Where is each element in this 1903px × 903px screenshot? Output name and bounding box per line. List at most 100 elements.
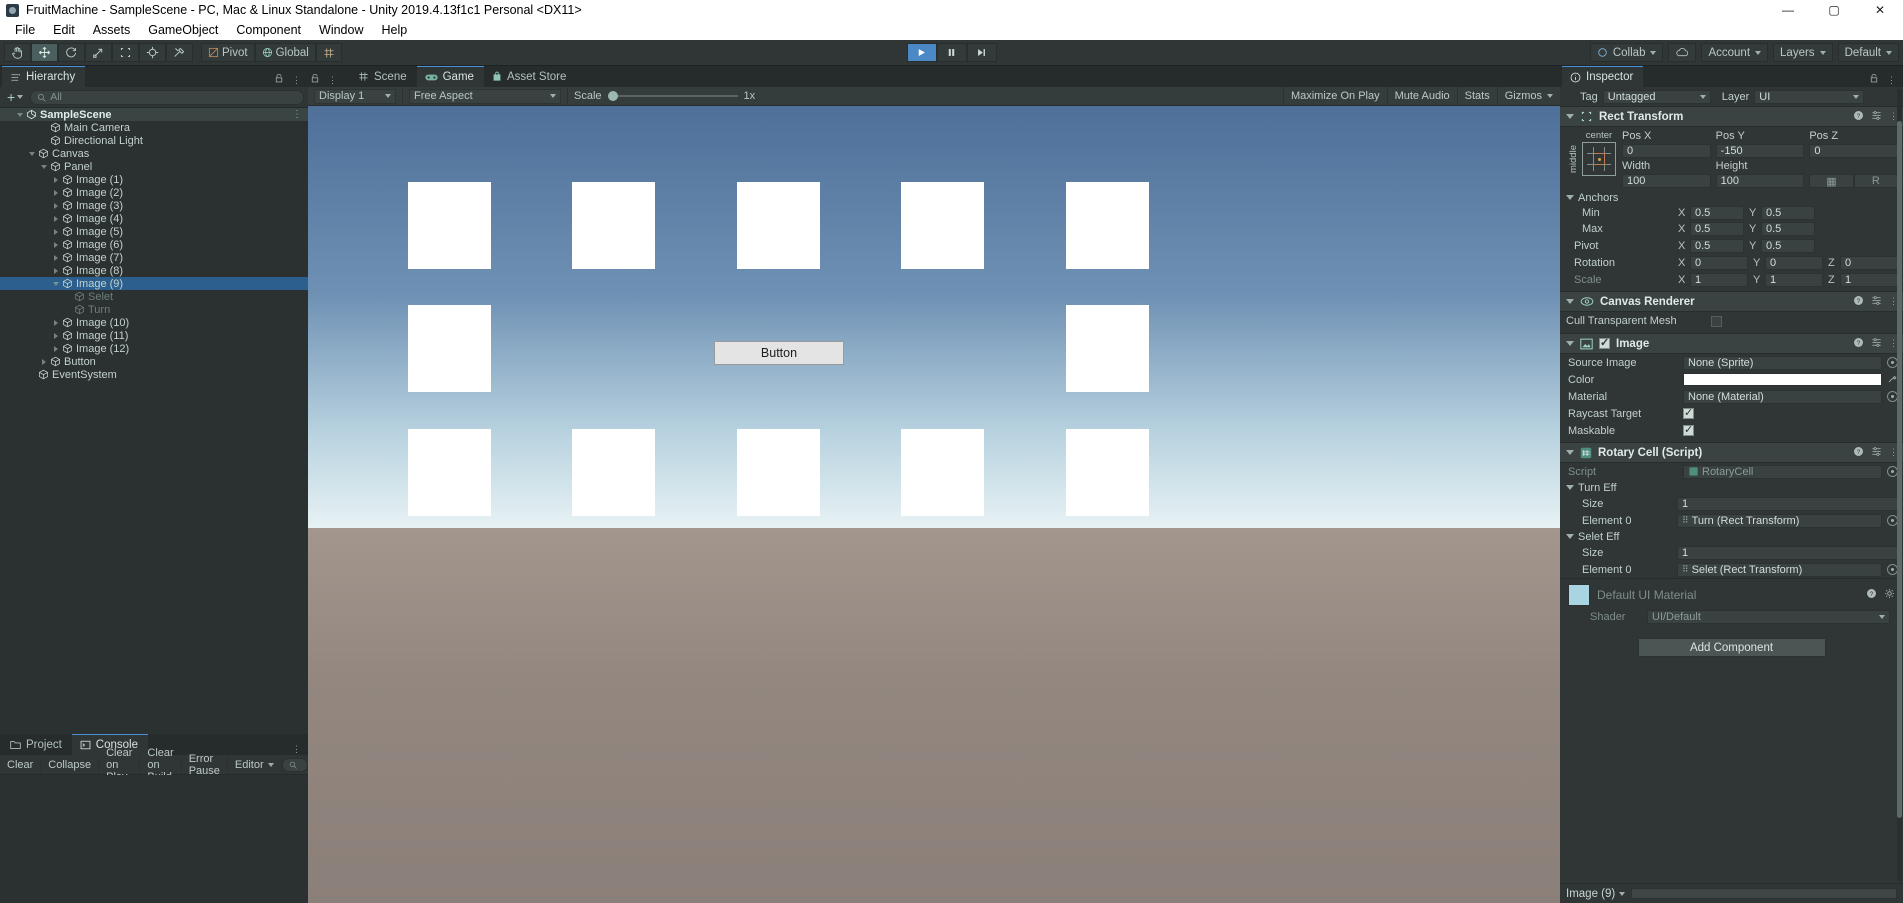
lock-icon[interactable] (274, 73, 284, 87)
editor-dropdown[interactable]: Editor (228, 756, 282, 773)
clear-on-play-button[interactable]: Clear on Play (99, 747, 141, 783)
game-view[interactable]: Button (308, 106, 1560, 903)
console-log-area[interactable] (0, 775, 308, 903)
pause-button[interactable] (936, 43, 967, 62)
account-button[interactable]: Account (1701, 43, 1769, 62)
selet-eff-foldout[interactable]: Selet Eff (1560, 529, 1903, 544)
hierarchy-item-image-3[interactable]: Image (3) (0, 199, 308, 212)
canvas-renderer-header[interactable]: Canvas Renderer ? ⋮ (1560, 291, 1903, 312)
menu-edit[interactable]: Edit (44, 20, 84, 40)
menu-assets[interactable]: Assets (84, 20, 140, 40)
console-search-input[interactable] (281, 757, 308, 772)
cull-transparent-mesh-checkbox[interactable] (1711, 315, 1722, 327)
anchor-max-x-input[interactable]: 0.5 (1690, 222, 1744, 236)
move-tool-icon[interactable] (31, 43, 58, 62)
blueprint-mode-button[interactable]: ▦ (1809, 174, 1854, 188)
game-cell[interactable] (1066, 429, 1149, 516)
turn-size-input[interactable]: 1 (1677, 496, 1898, 511)
selet-element0-field[interactable]: ⠿ Selet (Rect Transform) (1677, 562, 1882, 577)
tab-asset-store[interactable]: Asset Store (484, 66, 576, 87)
transform-tool-icon[interactable] (139, 43, 166, 62)
chevron-right-icon[interactable] (50, 215, 61, 222)
pivot-y-input[interactable]: 0.5 (1761, 238, 1815, 253)
rect-transform-header[interactable]: Rect Transform ? ⋮ (1560, 106, 1903, 127)
hierarchy-item-image-2[interactable]: Image (2) (0, 186, 308, 199)
chevron-right-icon[interactable] (50, 228, 61, 235)
gizmos-dropdown[interactable]: Gizmos (1496, 87, 1560, 105)
create-object-button[interactable]: + (4, 89, 26, 105)
hierarchy-item-image-6[interactable]: Image (6) (0, 238, 308, 251)
menu-component[interactable]: Component (227, 20, 310, 40)
chevron-right-icon[interactable] (50, 254, 61, 261)
hierarchy-item-image-5[interactable]: Image (5) (0, 225, 308, 238)
chevron-down-icon[interactable] (1566, 534, 1574, 539)
drag-handle-icon[interactable]: ⠿ (1682, 515, 1689, 526)
component-menu-icon[interactable]: ⋮ (1889, 296, 1898, 307)
gear-icon[interactable] (1884, 588, 1895, 602)
mute-audio-button[interactable]: Mute Audio (1386, 87, 1457, 105)
chevron-down-icon[interactable] (50, 281, 61, 286)
inspector-scrollbar[interactable] (1897, 89, 1902, 881)
hierarchy-item-selet[interactable]: Selet (0, 290, 308, 303)
hierarchy-item-turn[interactable]: Turn (0, 303, 308, 316)
clear-on-build-button[interactable]: Clear on Build (140, 747, 182, 783)
tab-inspector[interactable]: Inspector (1562, 66, 1644, 87)
turn-element0-field[interactable]: ⠿ Turn (Rect Transform) (1677, 513, 1882, 528)
maximize-on-play-button[interactable]: Maximize On Play (1282, 87, 1387, 105)
chevron-right-icon[interactable] (50, 241, 61, 248)
chevron-down-icon[interactable] (1566, 299, 1574, 304)
chevron-down-icon[interactable] (1566, 341, 1574, 346)
maximize-button[interactable]: ▢ (1811, 0, 1857, 20)
custom-tool-icon[interactable] (166, 43, 193, 62)
inspector-menu-icon[interactable]: ⋮ (1887, 75, 1896, 86)
help-icon[interactable]: ? (1853, 337, 1864, 351)
game-cell[interactable] (737, 429, 820, 516)
hierarchy-item-panel[interactable]: Panel (0, 160, 308, 173)
hierarchy-item-samplescene[interactable]: SampleScene ⋮ (0, 108, 308, 121)
hierarchy-list[interactable]: SampleScene ⋮ Main Camera Directional Light… (0, 108, 308, 734)
help-icon[interactable]: ? (1853, 446, 1864, 460)
inspector-scrollbar-thumb[interactable] (1897, 120, 1902, 818)
layers-button[interactable]: Layers (1773, 43, 1833, 62)
close-button[interactable]: ✕ (1857, 0, 1903, 20)
global-toggle[interactable]: Global (254, 43, 316, 62)
console-menu-icon[interactable]: ⋮ (292, 744, 301, 755)
scale-z-input[interactable]: 1 (1840, 272, 1898, 287)
anchor-min-y-input[interactable]: 0.5 (1761, 206, 1815, 220)
pivot-toggle[interactable]: Pivot (201, 43, 255, 62)
scale-x-input[interactable]: 1 (1690, 272, 1748, 287)
chevron-down-icon[interactable] (26, 151, 37, 156)
tag-dropdown[interactable]: Untagged (1602, 89, 1711, 104)
display-dropdown[interactable]: Display 1 (314, 88, 396, 104)
hierarchy-item-image-4[interactable]: Image (4) (0, 212, 308, 225)
chevron-down-icon[interactable] (1566, 485, 1574, 490)
lock-icon[interactable] (1869, 73, 1879, 87)
cloud-button[interactable] (1668, 43, 1697, 62)
chevron-right-icon[interactable] (50, 332, 61, 339)
source-image-field[interactable]: None (Sprite) (1683, 355, 1882, 370)
rotation-x-input[interactable]: 0 (1690, 255, 1748, 270)
error-pause-button[interactable]: Error Pause (182, 753, 228, 777)
tab-project[interactable]: Project (2, 734, 72, 755)
game-cell[interactable] (737, 182, 820, 269)
pivot-x-input[interactable]: 0.5 (1690, 238, 1744, 253)
chevron-right-icon[interactable] (38, 358, 49, 365)
chevron-right-icon[interactable] (50, 189, 61, 196)
pos-x-input[interactable]: 0 (1622, 144, 1711, 158)
game-cell[interactable] (1066, 182, 1149, 269)
hierarchy-item-image-11[interactable]: Image (11) (0, 329, 308, 342)
chevron-down-icon[interactable] (38, 164, 49, 169)
rotate-tool-icon[interactable] (58, 43, 85, 62)
hierarchy-item-image-1[interactable]: Image (1) (0, 173, 308, 186)
selet-size-input[interactable]: 1 (1677, 545, 1898, 560)
tab-game[interactable]: Game (416, 66, 484, 87)
scale-slider[interactable] (607, 91, 738, 101)
hand-tool-icon[interactable] (4, 43, 31, 62)
hierarchy-item-image-9[interactable]: Image (9) (0, 277, 308, 290)
collab-button[interactable]: Collab (1589, 43, 1664, 62)
menu-gameobject[interactable]: GameObject (139, 20, 227, 40)
game-cell[interactable] (901, 429, 984, 516)
help-icon[interactable]: ? (1866, 588, 1877, 602)
step-button[interactable] (966, 43, 997, 62)
image-enabled-checkbox[interactable] (1599, 336, 1610, 349)
